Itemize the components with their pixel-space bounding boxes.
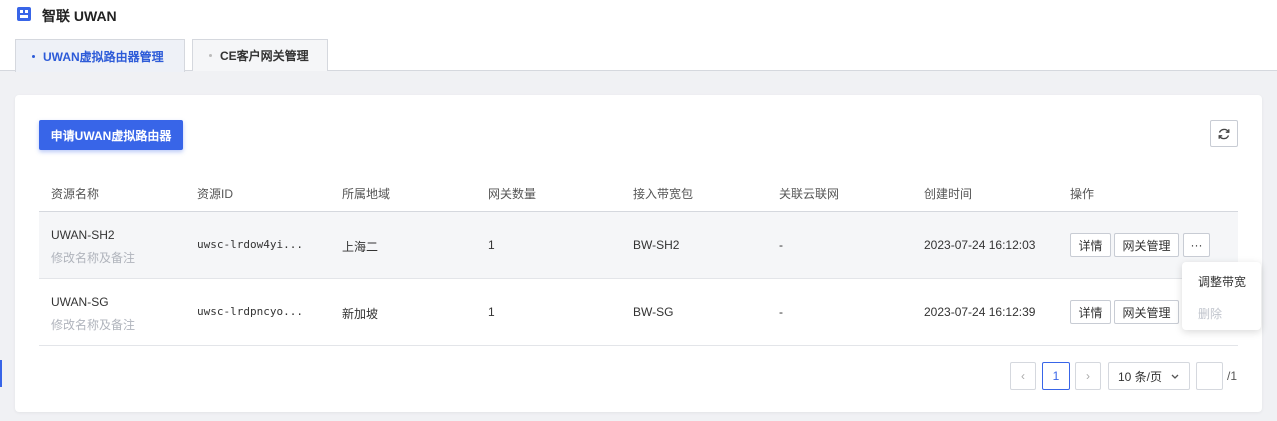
router-table: 资源名称 资源ID 所属地域 网关数量 接入带宽包 关联云联网 创建时间 操作 … (39, 172, 1238, 346)
tab-label: UWAN虚拟路由器管理 (43, 49, 164, 64)
header-ccn: 关联云联网 (779, 187, 840, 201)
total-pages: /1 (1227, 369, 1238, 383)
page-size-select[interactable]: 10 条/页 (1108, 362, 1190, 390)
network-grid-icon (17, 7, 31, 21)
page-jump-input[interactable] (1196, 362, 1223, 390)
tab-dot (32, 54, 35, 58)
resource-name: UWAN-SH2 (51, 228, 115, 242)
more-button[interactable]: ··· (1183, 233, 1210, 257)
created-time: 2023-07-24 16:12:39 (924, 305, 1036, 319)
header-gateways: 网关数量 (488, 187, 537, 201)
gateway-manage-button[interactable]: 网关管理 (1114, 233, 1179, 257)
header-actions: 操作 (1070, 187, 1095, 201)
header-created: 创建时间 (924, 187, 973, 201)
gateway-count: 1 (488, 238, 495, 252)
edit-name-link[interactable]: 修改名称及备注 (51, 316, 135, 333)
detail-button[interactable]: 详情 (1070, 300, 1111, 324)
more-actions-menu: 调整带宽 删除 (1182, 262, 1261, 330)
tab-label: CE客户网关管理 (220, 49, 309, 63)
header-id: 资源ID (197, 187, 234, 201)
region: 新加坡 (342, 307, 379, 321)
tab-ce-gateway[interactable]: CE客户网关管理 (192, 39, 328, 71)
region: 上海二 (342, 240, 379, 254)
gateway-manage-button[interactable]: 网关管理 (1114, 300, 1179, 324)
content-card: 申请UWAN虚拟路由器 资源名称 资源ID 所属地域 网关数量 接入带宽包 关联… (15, 95, 1262, 412)
create-router-button[interactable]: 申请UWAN虚拟路由器 (39, 120, 183, 150)
created-time: 2023-07-24 16:12:03 (924, 238, 1036, 252)
header-name: 资源名称 (51, 187, 100, 201)
ccn: - (779, 238, 783, 252)
bandwidth-package: BW-SG (633, 305, 674, 319)
tab-uwan-router[interactable]: UWAN虚拟路由器管理 (15, 39, 185, 72)
bandwidth-package: BW-SH2 (633, 238, 680, 252)
page-1-button[interactable]: 1 (1042, 362, 1070, 390)
prev-page-button[interactable]: ‹ (1010, 362, 1036, 390)
ccn: - (779, 305, 783, 319)
refresh-button[interactable] (1210, 120, 1238, 147)
menu-item-adjust-bandwidth[interactable]: 调整带宽 (1198, 273, 1246, 290)
edit-name-link[interactable]: 修改名称及备注 (51, 249, 135, 266)
gateway-count: 1 (488, 305, 495, 319)
detail-button[interactable]: 详情 (1070, 233, 1111, 257)
table-row: UWAN-SG 修改名称及备注 uwsc-lrdpncyo... 新加坡 1 B… (39, 279, 1238, 346)
page-size-value: 10 条/页 (1118, 369, 1163, 384)
menu-item-delete: 删除 (1198, 307, 1223, 321)
header-region: 所属地域 (342, 187, 391, 201)
table-row: UWAN-SH2 修改名称及备注 uwsc-lrdow4yi... 上海二 1 … (39, 212, 1238, 279)
top-bar: 智联 UWAN UWAN虚拟路由器管理 CE客户网关管理 (0, 0, 1277, 72)
resource-id[interactable]: uwsc-lrdow4yi... (197, 238, 303, 251)
resource-name: UWAN-SG (51, 295, 109, 309)
header-bandwidth: 接入带宽包 (633, 187, 694, 201)
tab-dot (209, 54, 212, 57)
next-page-button[interactable]: › (1075, 362, 1101, 390)
side-indicator (0, 360, 2, 387)
app-title: 智联 UWAN (42, 8, 117, 24)
chevron-down-icon (1171, 374, 1179, 379)
refresh-icon (1218, 128, 1230, 139)
resource-id[interactable]: uwsc-lrdpncyo... (197, 305, 303, 318)
table-header: 资源名称 资源ID 所属地域 网关数量 接入带宽包 关联云联网 创建时间 操作 (39, 172, 1238, 212)
